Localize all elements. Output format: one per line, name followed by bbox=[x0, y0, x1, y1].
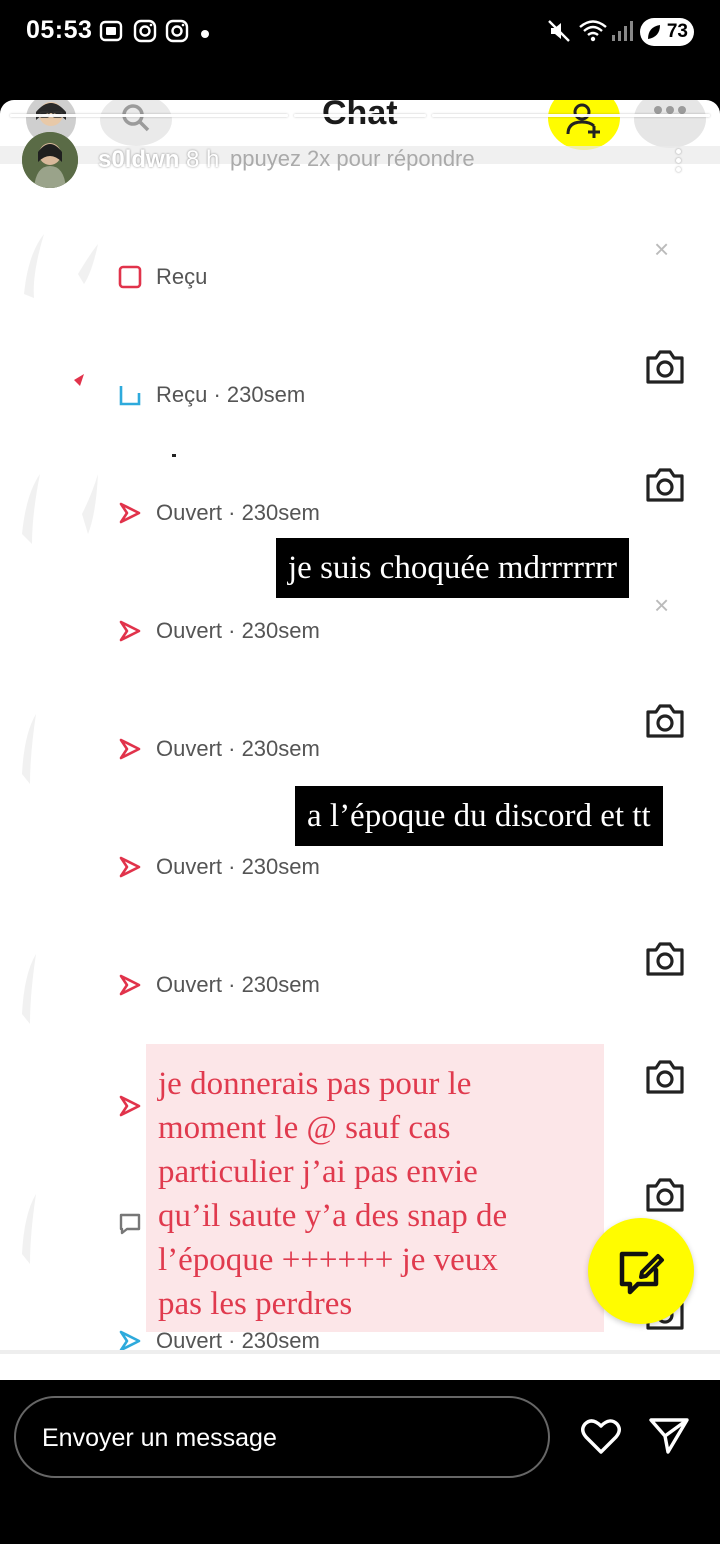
chat-status: Reçu bbox=[156, 264, 208, 289]
opened-snap-icon bbox=[119, 1095, 141, 1117]
story-time-ago: 8 h bbox=[186, 146, 220, 173]
status-bar: 05:53 73 bbox=[0, 0, 720, 64]
opened-snap-icon bbox=[119, 502, 141, 524]
mute-icon bbox=[546, 18, 572, 49]
chat-row[interactable]: Reçu · 230sem bbox=[118, 380, 305, 410]
story-caption-3: je donnerais pas pour le moment le @ sau… bbox=[146, 1044, 604, 1332]
search-icon bbox=[122, 104, 150, 132]
status-time: 05:53 bbox=[26, 16, 93, 44]
opened-snap-icon bbox=[119, 738, 141, 760]
screenshot-icon bbox=[98, 18, 124, 49]
received-chat-icon bbox=[119, 386, 141, 406]
story-caption-2: a l’époque du discord et tt bbox=[295, 786, 663, 846]
camera-icon[interactable] bbox=[644, 1058, 686, 1096]
chat-status: Ouvert · 230sem bbox=[156, 972, 320, 997]
chat-row[interactable]: Ouvert · 230sem bbox=[118, 498, 320, 528]
chat-status: Ouvert · 230sem bbox=[156, 854, 320, 879]
chat-row[interactable]: Ouvert · 230sem bbox=[118, 970, 320, 1000]
wifi-icon bbox=[578, 18, 608, 49]
list-bottom-divider bbox=[0, 1350, 720, 1354]
chat-bubble-icon bbox=[119, 1213, 141, 1235]
battery-level: 73 bbox=[666, 21, 688, 42]
close-icon[interactable]: × bbox=[654, 234, 669, 265]
story-caption-1: je suis choquée mdrrrrrrr bbox=[276, 538, 629, 598]
camera-icon[interactable] bbox=[644, 348, 686, 386]
add-friend-button[interactable] bbox=[548, 100, 620, 150]
story-username[interactable]: s0ldwn 8 h bbox=[98, 146, 219, 174]
instagram-icon bbox=[132, 18, 158, 49]
reply-hint: ppuyez 2x pour répondre bbox=[230, 146, 475, 171]
story-progress-segment bbox=[294, 114, 426, 117]
chat-status: Ouvert · 230sem bbox=[156, 618, 320, 643]
search-button[interactable] bbox=[100, 100, 172, 146]
chat-row[interactable]: Ouvert · 230sem bbox=[118, 616, 320, 646]
heart-icon[interactable] bbox=[580, 1416, 622, 1456]
chat-row[interactable]: Reçu bbox=[118, 262, 207, 292]
send-icon[interactable] bbox=[648, 1416, 690, 1456]
camera-icon[interactable] bbox=[644, 940, 686, 978]
camera-icon[interactable] bbox=[644, 1176, 686, 1214]
instagram-icon bbox=[164, 18, 190, 49]
more-button[interactable] bbox=[634, 100, 706, 148]
opened-snap-icon bbox=[119, 856, 141, 878]
story-options-icon[interactable] bbox=[674, 146, 682, 174]
camera-icon[interactable] bbox=[644, 702, 686, 740]
ghost-avatars bbox=[18, 214, 98, 1354]
opened-snap-icon bbox=[119, 620, 141, 642]
story-avatar[interactable] bbox=[22, 132, 78, 188]
story-content[interactable]: Chat ppuyez 2x pour répondre s0ldwn 8 h bbox=[0, 100, 720, 1380]
battery-icon: 73 bbox=[640, 18, 694, 46]
opened-snap-icon bbox=[119, 974, 141, 996]
dot-icon bbox=[200, 26, 210, 44]
signal-icon bbox=[610, 18, 634, 49]
camera-icon[interactable] bbox=[644, 466, 686, 504]
chat-status: Reçu · 230sem bbox=[156, 382, 306, 407]
new-chat-icon bbox=[619, 1251, 664, 1295]
chat-row[interactable]: Ouvert · 230sem bbox=[118, 734, 320, 764]
speck bbox=[172, 454, 176, 457]
message-input[interactable]: Envoyer un message bbox=[14, 1396, 550, 1478]
new-chat-button[interactable] bbox=[588, 1218, 694, 1324]
chat-status: Ouvert · 230sem bbox=[156, 736, 320, 761]
chat-status: Ouvert · 230sem bbox=[156, 500, 320, 525]
message-placeholder: Envoyer un message bbox=[42, 1424, 277, 1452]
received-chat-icon bbox=[118, 265, 142, 289]
story-progress-segment bbox=[10, 114, 288, 117]
story-progress-segment bbox=[432, 114, 710, 117]
close-icon[interactable]: × bbox=[654, 590, 669, 621]
add-friend-icon bbox=[566, 103, 600, 138]
chat-row[interactable]: Ouvert · 230sem bbox=[118, 852, 320, 882]
